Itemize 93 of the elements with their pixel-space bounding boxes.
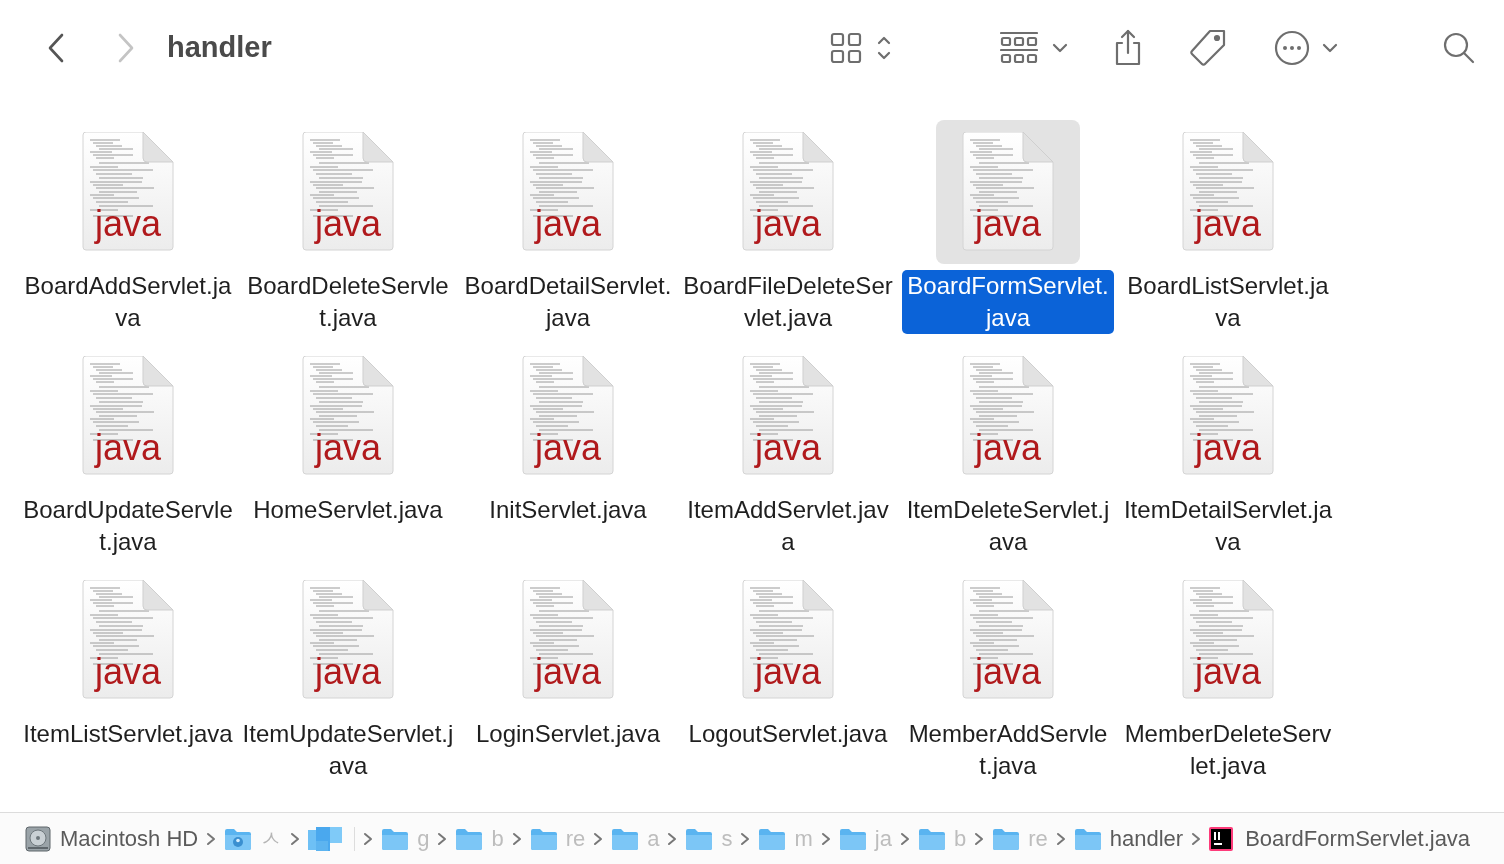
file-type-label: java — [753, 206, 822, 242]
document-icon[interactable] — [81, 580, 175, 700]
file-type-label: java — [1193, 654, 1262, 690]
document-icon[interactable] — [521, 132, 615, 252]
document-icon[interactable] — [741, 580, 835, 700]
chevron-icon — [363, 831, 374, 846]
document-icon[interactable] — [521, 356, 615, 476]
document-icon[interactable] — [301, 356, 395, 476]
path-item[interactable]: BoardFormServlet.java — [1245, 822, 1471, 855]
file-name[interactable]: LoginServlet.java — [475, 718, 661, 750]
folder-icon — [917, 826, 946, 851]
file-name[interactable]: BoardFormServlet.java — [902, 270, 1114, 334]
document-icon[interactable] — [741, 132, 835, 252]
search-button[interactable] — [1442, 31, 1476, 65]
document-icon[interactable] — [961, 580, 1055, 700]
file-name[interactable]: ItemDeleteServlet.java — [902, 494, 1114, 558]
chevron-icon — [511, 831, 522, 846]
file-name[interactable]: LogoutServlet.java — [688, 718, 888, 750]
file-type-label: java — [753, 654, 822, 690]
window-title: handler — [167, 30, 272, 66]
folder-icon — [455, 826, 484, 851]
file-type-label: java — [533, 430, 602, 466]
file-type-label: java — [93, 654, 162, 690]
file-name[interactable]: BoardDeleteServlet.java — [242, 270, 454, 334]
chevron-icon — [974, 831, 985, 846]
file-type-label: java — [533, 654, 602, 690]
hard-drive-icon — [24, 824, 52, 853]
folder-icon — [992, 826, 1021, 851]
document-icon[interactable] — [301, 132, 395, 252]
document-icon[interactable] — [81, 132, 175, 252]
blurred-folder-icon — [308, 826, 343, 851]
file-type-label: java — [313, 654, 382, 690]
document-icon[interactable] — [741, 356, 835, 476]
folder-icon — [758, 826, 787, 851]
document-icon[interactable] — [81, 356, 175, 476]
chevron-icon — [820, 831, 831, 846]
file-type-label: java — [973, 430, 1042, 466]
file-name[interactable]: HomeServlet.java — [253, 494, 443, 526]
home-folder-icon — [224, 826, 253, 851]
path-item[interactable]: handler — [1109, 822, 1184, 855]
file-name[interactable]: BoardDetailServlet.java — [462, 270, 674, 334]
document-icon[interactable] — [961, 356, 1055, 476]
tag-button[interactable] — [1188, 28, 1228, 68]
file-type-label: java — [1193, 206, 1262, 242]
chevron-icon — [1191, 831, 1202, 846]
folder-icon — [381, 826, 410, 851]
intellij-file-icon — [1209, 826, 1234, 851]
file-name[interactable]: InitServlet.java — [489, 494, 647, 526]
more-button[interactable] — [1274, 30, 1338, 66]
document-icon[interactable] — [521, 580, 615, 700]
file-type-label: java — [313, 206, 382, 242]
chevron-down-icon — [1052, 42, 1068, 54]
up-down-chevron-icon — [876, 34, 892, 62]
file-name[interactable]: BoardAddServlet.java — [22, 270, 234, 334]
chevron-icon — [1055, 831, 1066, 846]
chevron-icon — [740, 831, 751, 846]
folder-icon — [611, 826, 640, 851]
view-mode-button[interactable] — [830, 32, 892, 64]
document-icon[interactable] — [1181, 356, 1275, 476]
folder-icon — [685, 826, 714, 851]
file-name[interactable]: MemberDeleteServlet.java — [1122, 718, 1334, 782]
path-item[interactable]: Macintosh HD — [60, 822, 199, 855]
file-type-label: java — [973, 206, 1042, 242]
document-icon[interactable] — [301, 580, 395, 700]
chevron-icon — [206, 831, 217, 846]
document-icon[interactable] — [1181, 132, 1275, 252]
file-name[interactable]: MemberAddServlet.java — [902, 718, 1114, 782]
folder-icon — [838, 826, 867, 851]
file-name[interactable]: BoardListServlet.java — [1122, 270, 1334, 334]
group-button[interactable] — [1000, 31, 1068, 65]
file-name[interactable]: ItemListServlet.java — [23, 718, 233, 750]
document-icon[interactable] — [961, 132, 1055, 252]
file-type-label: java — [93, 430, 162, 466]
file-name[interactable]: ItemDetailServlet.java — [1122, 494, 1334, 558]
chevron-icon — [667, 831, 678, 846]
chevron-down-icon — [1322, 42, 1338, 54]
file-name[interactable]: ItemUpdateServlet.java — [242, 718, 454, 782]
file-type-label: java — [1193, 430, 1262, 466]
file-name[interactable]: ItemAddServlet.java — [682, 494, 894, 558]
chevron-icon — [899, 831, 910, 846]
chevron-icon — [290, 831, 301, 846]
file-name[interactable]: BoardUpdateServlet.java — [22, 494, 234, 558]
file-type-label: java — [973, 654, 1042, 690]
folder-icon — [1073, 826, 1102, 851]
file-name[interactable]: BoardFileDeleteServlet.java — [682, 270, 894, 334]
file-type-label: java — [93, 206, 162, 242]
document-icon[interactable] — [1181, 580, 1275, 700]
file-type-label: java — [313, 430, 382, 466]
chevron-icon — [593, 831, 604, 846]
chevron-icon — [437, 831, 448, 846]
file-type-label: java — [753, 430, 822, 466]
folder-icon — [529, 826, 558, 851]
file-type-label: java — [533, 206, 602, 242]
